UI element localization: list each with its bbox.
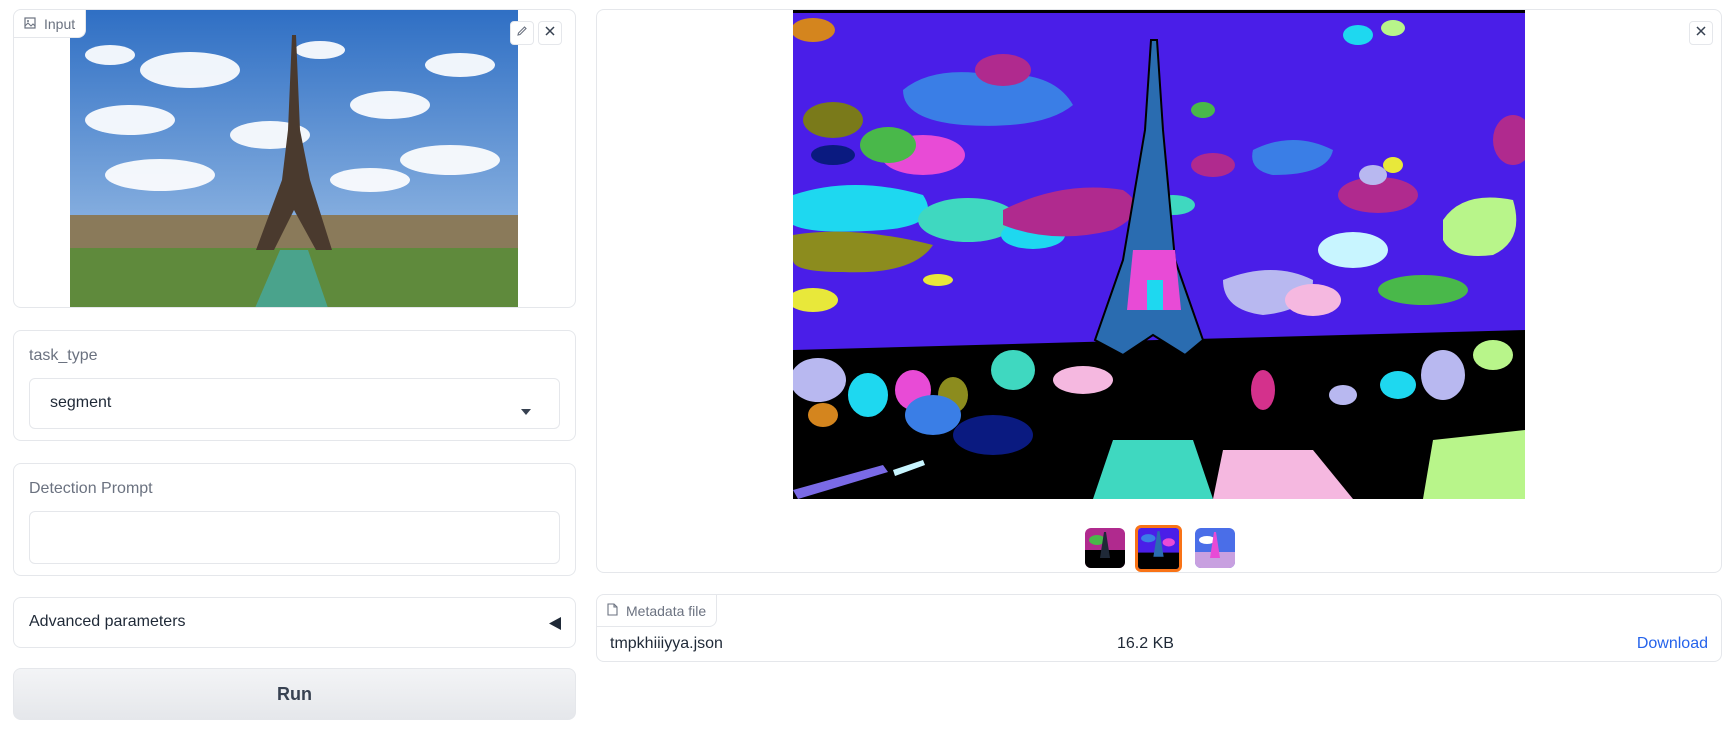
close-icon <box>544 24 556 42</box>
gallery-thumbnail-2[interactable] <box>1135 525 1182 572</box>
metadata-size: 16.2 KB <box>1117 635 1174 652</box>
task-type-label: task_type <box>29 347 98 364</box>
input-label: Input <box>44 15 76 32</box>
task-type-panel: task_type segment <box>13 330 576 441</box>
edit-button[interactable] <box>510 21 534 45</box>
input-image <box>70 10 518 307</box>
close-icon <box>1695 24 1707 42</box>
detection-prompt-panel: Detection Prompt <box>13 463 576 576</box>
clear-input-button[interactable] <box>538 21 562 45</box>
segmentation-image <box>793 10 1525 499</box>
run-label: Run <box>277 683 312 704</box>
advanced-parameters-accordion[interactable]: Advanced parameters <box>13 597 576 648</box>
file-icon <box>607 602 618 619</box>
metadata-file-panel: Metadata file tmpkhiiiyya.json 16.2 KB D… <box>596 594 1722 662</box>
gallery-thumbnail-1[interactable] <box>1085 528 1125 568</box>
chevron-down-icon <box>521 402 531 420</box>
advanced-parameters-label: Advanced parameters <box>29 613 186 630</box>
metadata-label: Metadata file <box>626 602 707 619</box>
input-image-panel: Input <box>13 9 576 308</box>
download-link[interactable]: Download <box>1637 635 1708 653</box>
task-type-dropdown[interactable]: segment <box>29 378 560 429</box>
pencil-icon <box>516 24 528 42</box>
detection-prompt-input[interactable] <box>29 511 560 564</box>
close-gallery-button[interactable] <box>1689 21 1713 45</box>
image-icon <box>24 16 36 32</box>
metadata-tag: Metadata file <box>597 595 718 627</box>
run-button[interactable]: Run <box>13 668 576 720</box>
input-tag: Input <box>14 10 87 38</box>
task-type-value: segment <box>50 394 112 411</box>
output-gallery-panel <box>596 9 1722 573</box>
caret-left-icon <box>549 617 561 635</box>
gallery-thumbnail-3[interactable] <box>1195 528 1235 568</box>
metadata-filename: tmpkhiiiyya.json <box>610 635 723 652</box>
detection-prompt-label: Detection Prompt <box>29 480 153 497</box>
